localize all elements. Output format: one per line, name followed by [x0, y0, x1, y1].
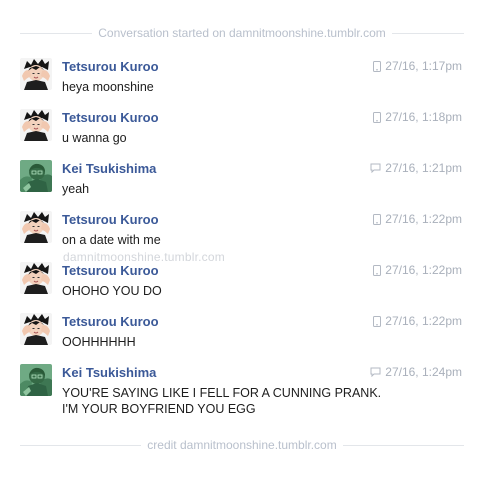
credit-divider: credit damnitmoonshine.tumblr.com	[20, 438, 465, 452]
tsukishima-avatar[interactable]	[20, 160, 52, 192]
message-timestamp: 27/16, 1:22pm	[373, 314, 462, 328]
message-line: heya moonshine	[62, 80, 154, 94]
watermark: damnitmoonshine.tumblr.com	[63, 250, 225, 264]
conversation-start-divider: Conversation started on damnitmoonshine.…	[20, 26, 465, 40]
message-line: on a date with me	[62, 233, 161, 247]
divider-line-right	[391, 32, 465, 34]
message-text: on a date with me	[62, 232, 161, 248]
divider-line-left	[20, 444, 142, 446]
message-timestamp: 27/16, 1:22pm	[373, 212, 462, 226]
sender-name[interactable]: Tetsurou Kuroo	[62, 59, 159, 74]
timestamp-text: 27/16, 1:22pm	[385, 263, 462, 277]
chat-bubble-icon	[370, 163, 381, 173]
message-line: yeah	[62, 182, 90, 196]
timestamp-text: 27/16, 1:22pm	[385, 212, 462, 226]
message-line: u wanna go	[62, 131, 127, 145]
sender-name[interactable]: Tetsurou Kuroo	[62, 263, 159, 278]
divider-line-right	[342, 444, 465, 446]
mobile-phone-icon	[373, 213, 382, 225]
kuroo-avatar[interactable]	[20, 58, 52, 90]
message-timestamp: 27/16, 1:22pm	[373, 263, 462, 277]
message-line: YOU'RE SAYING LIKE I FELL FOR A CUNNING …	[62, 386, 382, 400]
mobile-phone-icon	[373, 60, 382, 72]
kuroo-avatar[interactable]	[20, 109, 52, 141]
mobile-phone-icon	[373, 111, 382, 123]
sender-name[interactable]: Tetsurou Kuroo	[62, 212, 159, 227]
kuroo-avatar[interactable]	[20, 262, 52, 294]
message-timestamp: 27/16, 1:24pm	[370, 365, 462, 379]
message-line: OOHHHHHH	[62, 335, 136, 349]
sender-name[interactable]: Tetsurou Kuroo	[62, 110, 159, 125]
timestamp-text: 27/16, 1:21pm	[385, 161, 462, 175]
divider-line-left	[20, 32, 93, 34]
message-text: u wanna go	[62, 130, 127, 146]
kuroo-avatar[interactable]	[20, 211, 52, 243]
message-text: yeah	[62, 181, 89, 197]
timestamp-text: 27/16, 1:24pm	[385, 365, 462, 379]
message-timestamp: 27/16, 1:18pm	[373, 110, 462, 124]
message-line: OHOHO YOU DO	[62, 284, 162, 298]
conversation-start-label: Conversation started on damnitmoonshine.…	[98, 26, 386, 40]
message-text: OHOHO YOU DO	[62, 283, 162, 299]
message-timestamp: 27/16, 1:21pm	[370, 161, 462, 175]
sender-name[interactable]: Tetsurou Kuroo	[62, 314, 159, 329]
message-text: OOHHHHHH	[62, 334, 136, 350]
message-line: I'M YOUR BOYFRIEND YOU EGG	[62, 402, 256, 416]
timestamp-text: 27/16, 1:17pm	[385, 59, 462, 73]
kuroo-avatar[interactable]	[20, 313, 52, 345]
message-text: YOU'RE SAYING LIKE I FELL FOR A CUNNING …	[62, 385, 381, 417]
message-text: heya moonshine	[62, 79, 154, 95]
sender-name[interactable]: Kei Tsukishima	[62, 365, 156, 380]
message-timestamp: 27/16, 1:17pm	[373, 59, 462, 73]
tsukishima-avatar[interactable]	[20, 364, 52, 396]
timestamp-text: 27/16, 1:18pm	[385, 110, 462, 124]
chat-bubble-icon	[370, 367, 381, 377]
mobile-phone-icon	[373, 264, 382, 276]
timestamp-text: 27/16, 1:22pm	[385, 314, 462, 328]
sender-name[interactable]: Kei Tsukishima	[62, 161, 156, 176]
mobile-phone-icon	[373, 315, 382, 327]
credit-label: credit damnitmoonshine.tumblr.com	[147, 438, 337, 452]
